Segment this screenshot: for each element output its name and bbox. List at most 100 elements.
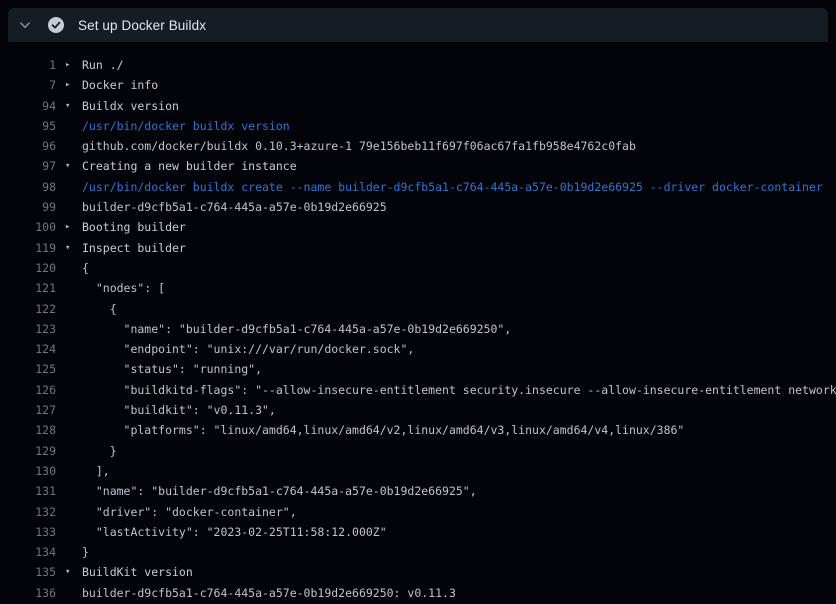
group-title-text[interactable]: Run ./	[82, 55, 836, 75]
line-number[interactable]: 136	[0, 583, 56, 603]
line-number[interactable]: 98	[0, 177, 56, 197]
log-line: 125 "status": "running",	[0, 359, 836, 379]
line-number[interactable]: 128	[0, 420, 56, 440]
group-title-text[interactable]: Docker info	[82, 75, 836, 95]
line-number[interactable]: 124	[0, 339, 56, 359]
group-expanded-triangle-icon[interactable]: ▾	[56, 96, 82, 116]
log-group-line[interactable]: 135▾BuildKit version	[0, 562, 836, 582]
log-line: 133 "lastActivity": "2023-02-25T11:58:12…	[0, 522, 836, 542]
group-title-text[interactable]: Booting builder	[82, 217, 836, 237]
line-number[interactable]: 125	[0, 359, 56, 379]
line-number[interactable]: 99	[0, 197, 56, 217]
line-number[interactable]: 1	[0, 55, 56, 75]
log-line-text: {	[82, 299, 836, 319]
line-number[interactable]: 95	[0, 116, 56, 136]
group-toggle-placeholder	[56, 461, 82, 481]
log-line: 128 "platforms": "linux/amd64,linux/amd6…	[0, 420, 836, 440]
line-number[interactable]: 119	[0, 238, 56, 258]
line-number[interactable]: 97	[0, 156, 56, 176]
group-toggle-placeholder	[56, 136, 82, 156]
line-number[interactable]: 96	[0, 136, 56, 156]
log-group-line[interactable]: 1▸Run ./	[0, 55, 836, 75]
group-expanded-triangle-icon[interactable]: ▾	[56, 238, 82, 258]
line-number[interactable]: 131	[0, 481, 56, 501]
log-line-text: "buildkit": "v0.11.3",	[82, 400, 836, 420]
log-line-text: "driver": "docker-container",	[82, 502, 836, 522]
line-number[interactable]: 126	[0, 380, 56, 400]
chevron-down-icon[interactable]	[8, 8, 42, 42]
group-toggle-placeholder	[56, 542, 82, 562]
group-toggle-placeholder	[56, 420, 82, 440]
line-number[interactable]: 100	[0, 217, 56, 237]
log-line-text: "endpoint": "unix:///var/run/docker.sock…	[82, 339, 836, 359]
group-toggle-placeholder	[56, 177, 82, 197]
log-line-text: }	[82, 441, 836, 461]
group-toggle-placeholder	[56, 278, 82, 298]
group-toggle-placeholder	[56, 441, 82, 461]
log-line-text: builder-d9cfb5a1-c764-445a-a57e-0b19d2e6…	[82, 583, 836, 603]
line-number[interactable]: 134	[0, 542, 56, 562]
log-line-text: }	[82, 542, 836, 562]
line-number[interactable]: 133	[0, 522, 56, 542]
group-collapsed-triangle-icon[interactable]: ▸	[56, 75, 82, 95]
line-number[interactable]: 122	[0, 299, 56, 319]
group-toggle-placeholder	[56, 339, 82, 359]
line-number[interactable]: 120	[0, 258, 56, 278]
log-line-text: "platforms": "linux/amd64,linux/amd64/v2…	[82, 420, 836, 440]
group-expanded-triangle-icon[interactable]: ▾	[56, 156, 82, 176]
log-group-line[interactable]: 97▾Creating a new builder instance	[0, 156, 836, 176]
log-line: 127 "buildkit": "v0.11.3",	[0, 400, 836, 420]
log-line: 95/usr/bin/docker buildx version	[0, 116, 836, 136]
group-toggle-placeholder	[56, 116, 82, 136]
group-title-text[interactable]: Buildx version	[82, 96, 836, 116]
line-number[interactable]: 7	[0, 75, 56, 95]
line-number[interactable]: 135	[0, 562, 56, 582]
log-line-text: "status": "running",	[82, 359, 836, 379]
log-line-text: "name": "builder-d9cfb5a1-c764-445a-a57e…	[82, 319, 836, 339]
log-line-text: "nodes": [	[82, 278, 836, 298]
log-group-line[interactable]: 100▸Booting builder	[0, 217, 836, 237]
group-toggle-placeholder	[56, 400, 82, 420]
log-group-line[interactable]: 119▾Inspect builder	[0, 238, 836, 258]
group-toggle-placeholder	[56, 380, 82, 400]
group-toggle-placeholder	[56, 522, 82, 542]
line-number[interactable]: 130	[0, 461, 56, 481]
group-collapsed-triangle-icon[interactable]: ▸	[56, 217, 82, 237]
group-toggle-placeholder	[56, 583, 82, 603]
group-toggle-placeholder	[56, 481, 82, 501]
line-number[interactable]: 123	[0, 319, 56, 339]
group-expanded-triangle-icon[interactable]: ▾	[56, 562, 82, 582]
log-line: 98/usr/bin/docker buildx create --name b…	[0, 177, 836, 197]
group-toggle-placeholder	[56, 319, 82, 339]
log-line: 96github.com/docker/buildx 0.10.3+azure-…	[0, 136, 836, 156]
line-number[interactable]: 129	[0, 441, 56, 461]
log-line: 131 "name": "builder-d9cfb5a1-c764-445a-…	[0, 481, 836, 501]
log-line: 136 builder-d9cfb5a1-c764-445a-a57e-0b19d…	[0, 583, 836, 603]
step-header[interactable]: Set up Docker Buildx	[8, 8, 828, 42]
log-line: 122 {	[0, 299, 836, 319]
group-toggle-placeholder	[56, 197, 82, 217]
log-line: 121 "nodes": [	[0, 278, 836, 298]
log-line-text: /usr/bin/docker buildx create --name bui…	[82, 177, 836, 197]
line-number[interactable]: 94	[0, 96, 56, 116]
log-line-text: "name": "builder-d9cfb5a1-c764-445a-a57e…	[82, 481, 836, 501]
line-number[interactable]: 132	[0, 502, 56, 522]
group-title-text[interactable]: Creating a new builder instance	[82, 156, 836, 176]
group-toggle-placeholder	[56, 502, 82, 522]
log-line: 123 "name": "builder-d9cfb5a1-c764-445a-…	[0, 319, 836, 339]
log-group-line[interactable]: 7▸Docker info	[0, 75, 836, 95]
log-group-line[interactable]: 94▾Buildx version	[0, 96, 836, 116]
group-title-text[interactable]: BuildKit version	[82, 562, 836, 582]
group-toggle-placeholder	[56, 359, 82, 379]
log-line-text: ],	[82, 461, 836, 481]
log-line-text: builder-d9cfb5a1-c764-445a-a57e-0b19d2e6…	[82, 197, 836, 217]
line-number[interactable]: 127	[0, 400, 56, 420]
log-line: 120{	[0, 258, 836, 278]
group-collapsed-triangle-icon[interactable]: ▸	[56, 55, 82, 75]
group-title-text[interactable]: Inspect builder	[82, 238, 836, 258]
step-title: Set up Docker Buildx	[78, 18, 206, 33]
line-number[interactable]: 121	[0, 278, 56, 298]
workflow-log-viewer: Set up Docker Buildx 1▸Run ./7▸Docker in…	[0, 0, 836, 604]
log-lines: 1▸Run ./7▸Docker info94▾Buildx version95…	[0, 44, 836, 604]
log-line-text: "buildkitd-flags": "--allow-insecure-ent…	[82, 380, 836, 400]
